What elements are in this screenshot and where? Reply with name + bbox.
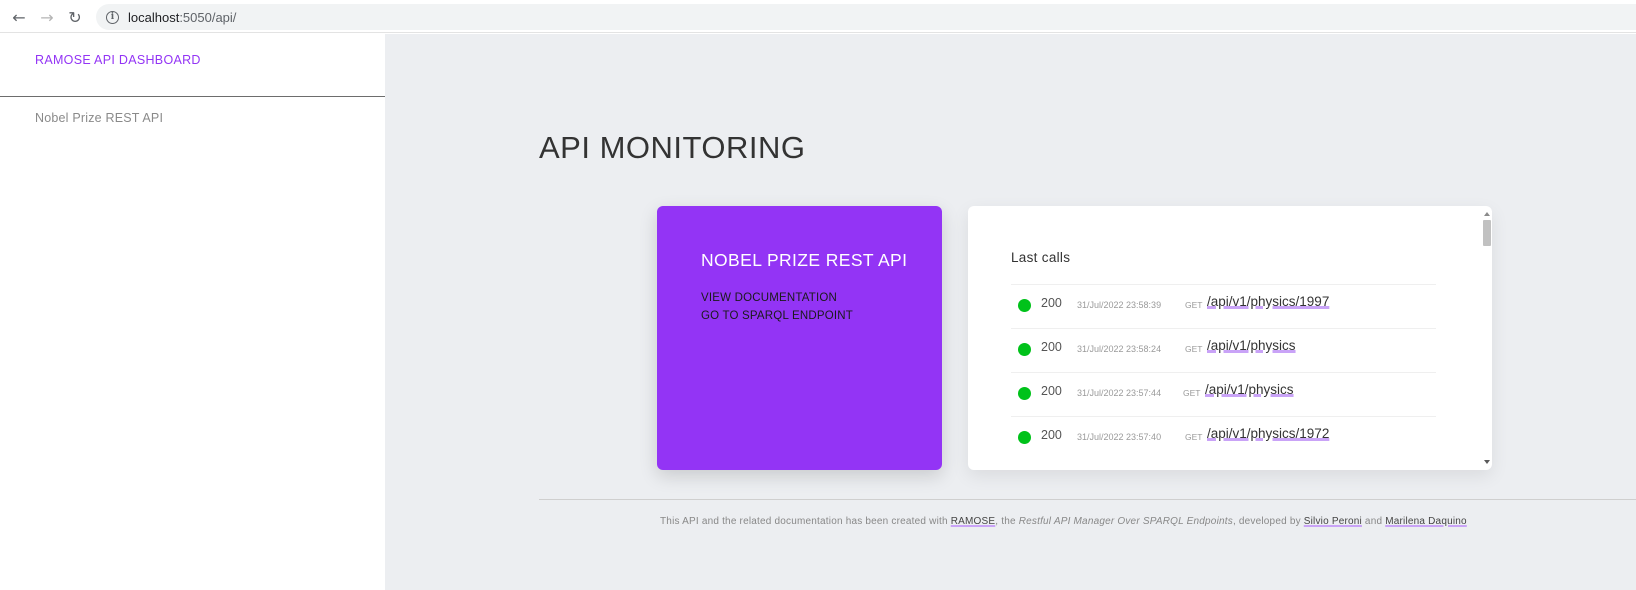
status-code: 200 <box>1041 428 1062 442</box>
footer-text-part: , developed by <box>1232 516 1304 527</box>
url-path: :5050/api/ <box>179 9 237 25</box>
call-path-link[interactable]: /api/v1/physics <box>1207 338 1296 353</box>
footer-ramose-name: Restful API Manager Over SPARQL Endpoint… <box>1018 516 1233 527</box>
status-dot-icon <box>1018 387 1031 400</box>
sidebar: RAMOSE API DASHBOARD Nobel Prize REST AP… <box>0 34 385 590</box>
view-documentation-link[interactable]: VIEW DOCUMENTATION <box>701 292 837 304</box>
last-calls-title: Last calls <box>1011 250 1071 265</box>
api-card: NOBEL PRIZE REST API VIEW DOCUMENTATION … <box>657 206 942 470</box>
footer-text-part: and <box>1361 516 1386 527</box>
call-row: 200 31/Jul/2022 23:57:40 GET /api/v1/phy… <box>1011 416 1436 460</box>
call-method: GET <box>1185 432 1203 442</box>
marilena-daquino-link[interactable]: Marilena Daquino <box>1385 516 1467 527</box>
calls-list: 200 31/Jul/2022 23:58:39 GET /api/v1/phy… <box>1011 284 1436 460</box>
call-path-link[interactable]: /api/v1/physics <box>1205 382 1294 397</box>
call-timestamp: 31/Jul/2022 23:58:39 <box>1077 300 1162 310</box>
scroll-up-arrow-icon[interactable] <box>1484 212 1490 216</box>
call-timestamp: 31/Jul/2022 23:58:24 <box>1077 344 1162 354</box>
call-method: GET <box>1185 344 1203 354</box>
footer-text-part: , the <box>995 516 1019 527</box>
status-code: 200 <box>1041 384 1062 398</box>
address-bar[interactable]: i localhost:5050/api/ <box>96 4 1636 30</box>
call-row: 200 31/Jul/2022 23:58:39 GET /api/v1/phy… <box>1011 284 1436 328</box>
status-dot-icon <box>1018 299 1031 312</box>
status-dot-icon <box>1018 431 1031 444</box>
browser-toolbar: ← → ↻ i localhost:5050/api/ <box>0 0 1636 33</box>
scroll-thumb[interactable] <box>1483 220 1491 246</box>
footer-text: This API and the related documentation h… <box>660 516 1467 527</box>
page-title: API MONITORING <box>539 130 806 165</box>
url-host: localhost <box>128 9 180 25</box>
call-path-link[interactable]: /api/v1/physics/1972 <box>1207 426 1329 441</box>
call-method: GET <box>1185 300 1203 310</box>
status-dot-icon <box>1018 343 1031 356</box>
status-code: 200 <box>1041 340 1062 354</box>
ramose-link[interactable]: RAMOSE <box>951 516 996 527</box>
call-path-link[interactable]: /api/v1/physics/1997 <box>1207 294 1329 309</box>
calls-scrollbar[interactable] <box>1482 212 1492 464</box>
footer-divider <box>539 499 1636 500</box>
last-calls-panel: Last calls 200 31/Jul/2022 23:58:39 GET … <box>968 206 1492 470</box>
main-content: API MONITORING NOBEL PRIZE REST API VIEW… <box>385 34 1636 590</box>
sidebar-divider <box>0 96 385 97</box>
sparql-endpoint-link[interactable]: GO TO SPARQL ENDPOINT <box>701 310 853 322</box>
call-row: 200 31/Jul/2022 23:57:44 GET /api/v1/phy… <box>1011 372 1436 416</box>
status-code: 200 <box>1041 296 1062 310</box>
call-timestamp: 31/Jul/2022 23:57:40 <box>1077 432 1162 442</box>
info-icon[interactable]: i <box>106 10 119 24</box>
forward-arrow-icon[interactable]: → <box>37 7 57 27</box>
reload-icon[interactable]: ↻ <box>65 7 85 27</box>
brand-title[interactable]: RAMOSE API DASHBOARD <box>35 53 201 67</box>
api-card-title: NOBEL PRIZE REST API <box>701 250 908 270</box>
back-arrow-icon[interactable]: ← <box>9 7 29 27</box>
sidebar-item-nobel-prize-api[interactable]: Nobel Prize REST API <box>35 111 163 125</box>
call-timestamp: 31/Jul/2022 23:57:44 <box>1077 388 1162 398</box>
call-method: GET <box>1183 388 1201 398</box>
scroll-down-arrow-icon[interactable] <box>1484 460 1490 464</box>
call-row: 200 31/Jul/2022 23:58:24 GET /api/v1/phy… <box>1011 328 1436 372</box>
silvio-peroni-link[interactable]: Silvio Peroni <box>1304 516 1362 527</box>
footer-text-part: This API and the related documentation h… <box>660 516 951 527</box>
